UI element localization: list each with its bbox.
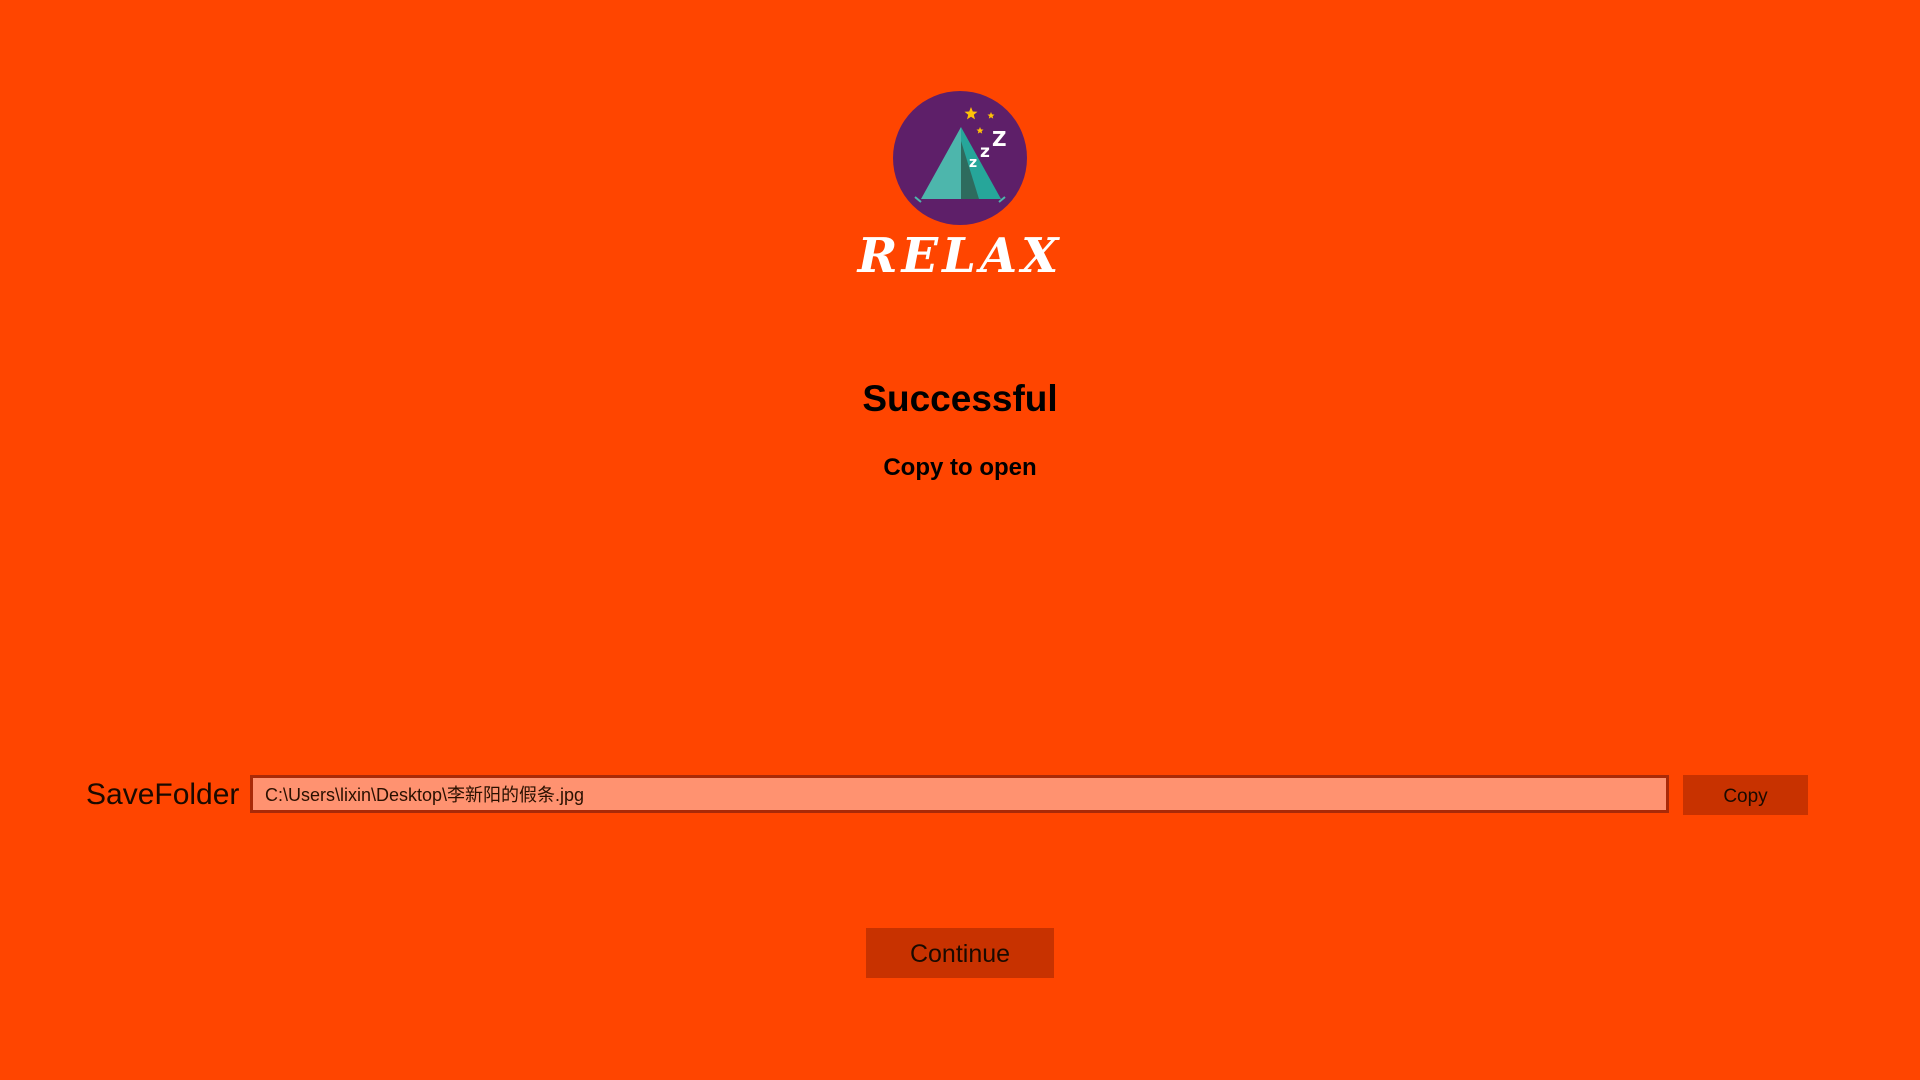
copy-button[interactable]: Copy [1683, 775, 1808, 815]
sleeping-tent-logo-icon: z z Z [893, 91, 1027, 225]
save-folder-label: SaveFolder [86, 778, 240, 811]
svg-text:Z: Z [992, 127, 1007, 151]
brand-wordmark: RELAX [857, 228, 1063, 284]
status-subtitle: Copy to open [883, 454, 1037, 481]
continue-button[interactable]: Continue [866, 928, 1054, 978]
save-path-input[interactable] [250, 775, 1669, 813]
status-title: Successful [862, 378, 1058, 419]
relax-success-page: z z Z RELAX Successful Copy to open Save… [0, 0, 1920, 1080]
svg-text:z: z [980, 142, 990, 162]
svg-text:z: z [969, 155, 977, 171]
